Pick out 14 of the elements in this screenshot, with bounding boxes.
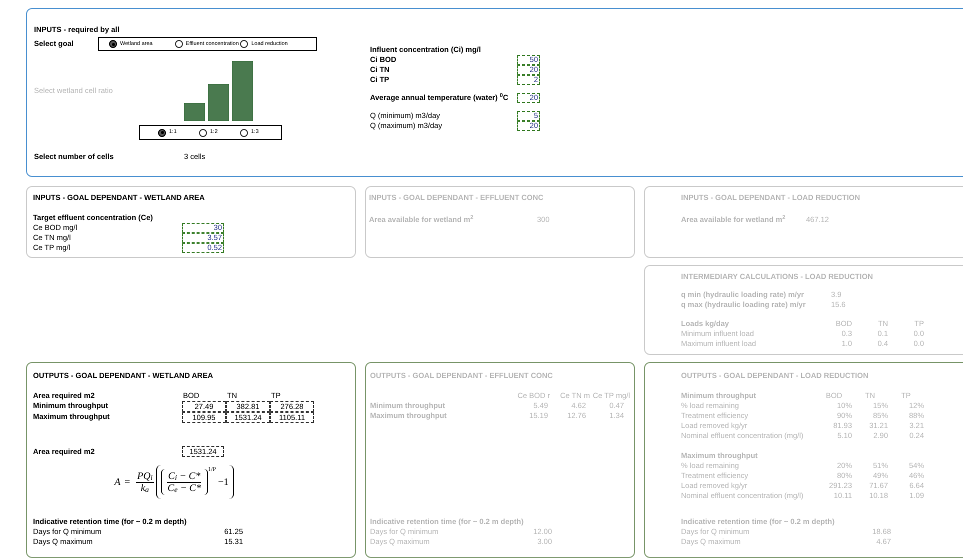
formula-text: =: [124, 476, 130, 488]
formula-text: −1: [218, 476, 229, 488]
radio-button[interactable]: [240, 128, 248, 136]
formula-text: k$_{a}$: [140, 482, 150, 494]
bar-chart-drawing: [184, 61, 254, 121]
formula-text: PQ$_{i}$: [136, 470, 154, 482]
radio-button[interactable]: [109, 40, 117, 48]
radio-button[interactable]: [174, 40, 183, 48]
radio-button[interactable]: [240, 40, 248, 48]
radio-button[interactable]: [158, 128, 166, 136]
formula-text: C$_{e}$ − C*: [166, 482, 202, 494]
formula-text: A: [114, 476, 120, 488]
radio-button[interactable]: [199, 128, 207, 136]
formula-text: C$_{i}$ − C*: [167, 470, 202, 482]
